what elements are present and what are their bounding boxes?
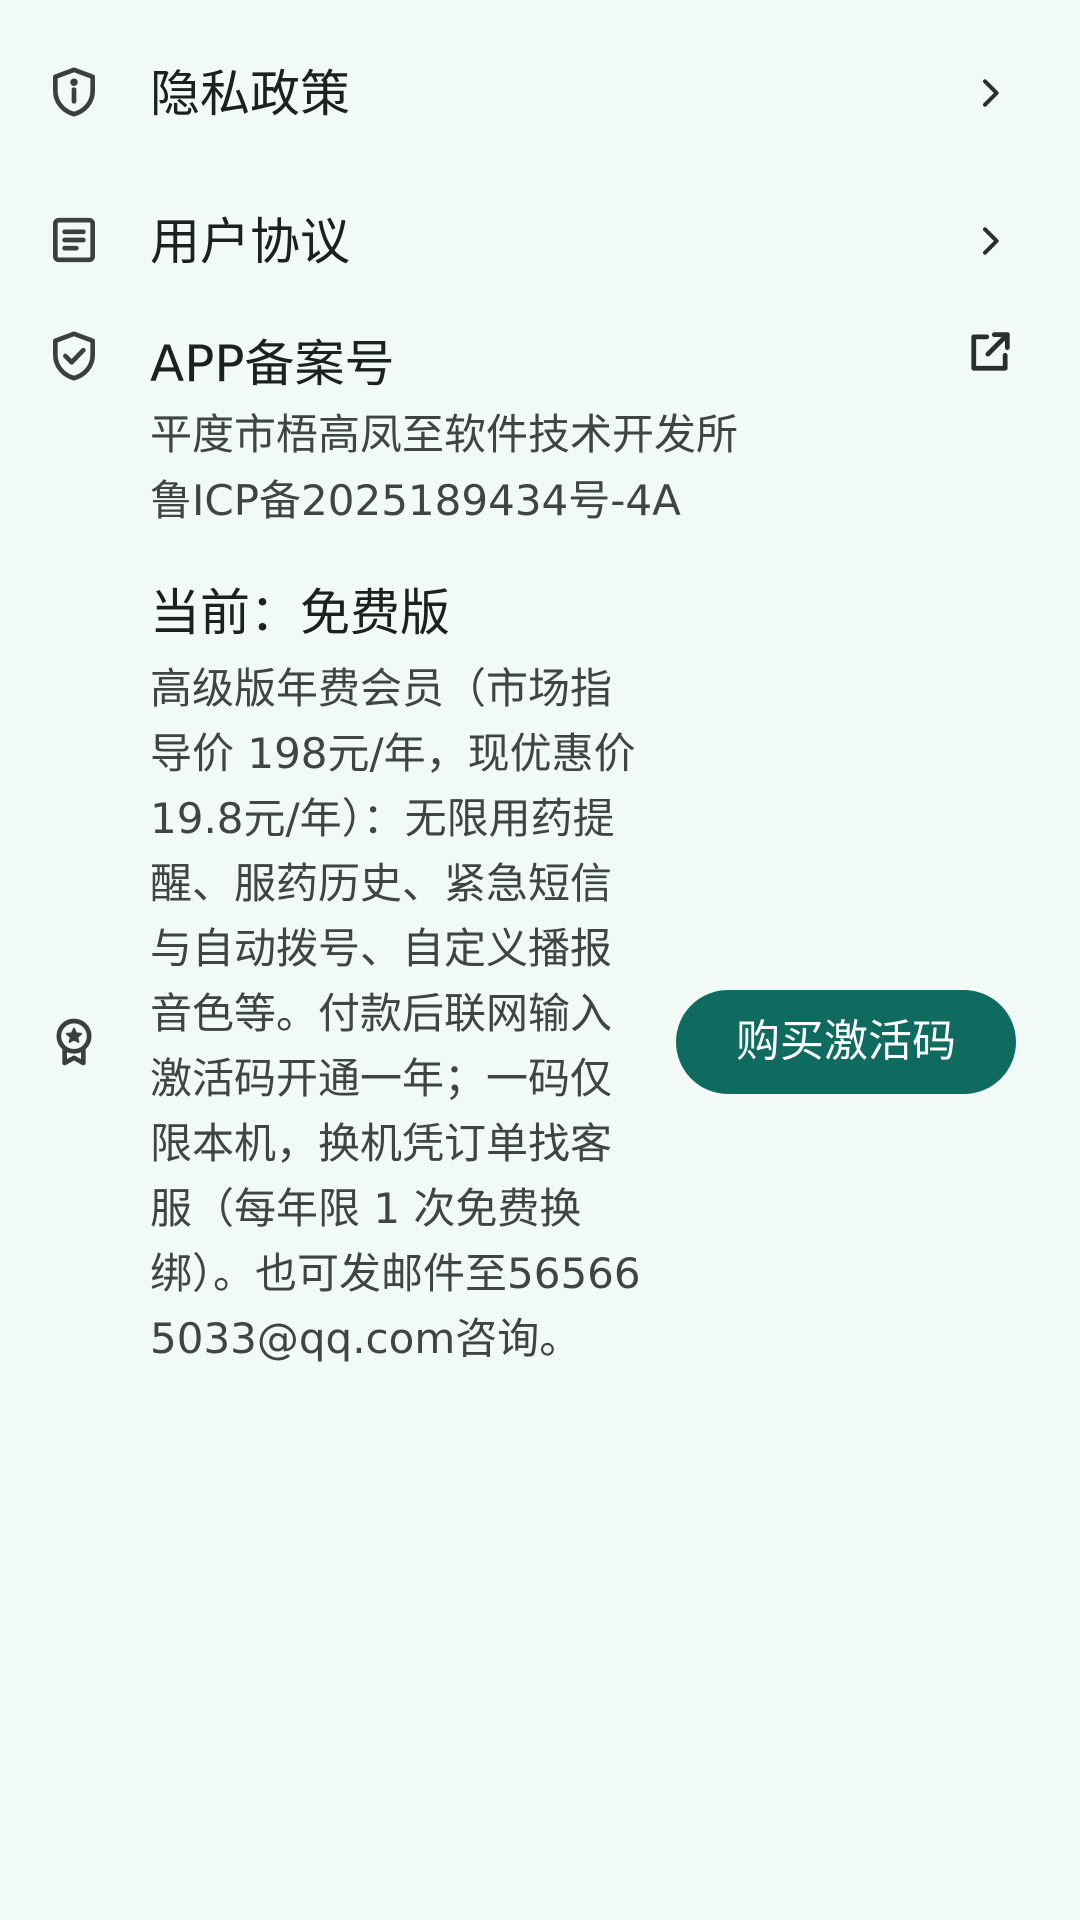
privacy-policy-row[interactable]: 隐私政策 [0,40,1080,150]
award-star-icon [44,1012,104,1072]
record-company: 平度市梧高凤至软件技术开发所 [150,410,739,459]
user-agreement-row[interactable]: 用户协议 [0,188,1080,298]
document-lines-icon [44,210,104,270]
membership-description: 高级版年费会员（市场指导价 198元/年，现优惠价 19.8元/年）：无限用药提… [150,664,641,1363]
open-external-icon[interactable] [964,326,1016,378]
privacy-policy-label: 隐私政策 [150,65,350,123]
user-agreement-label: 用户协议 [150,213,350,271]
record-icp-number: 鲁ICP备2025189434号-4A [150,476,681,525]
chevron-right-icon [983,227,999,255]
shield-info-icon [44,62,104,122]
buy-activation-code-button[interactable]: 购买激活码 [676,990,1016,1094]
shield-check-icon [44,326,104,386]
app-record-row[interactable]: APP备案号 平度市梧高凤至软件技术开发所 鲁ICP备2025189434号-4… [0,320,1080,540]
settings-screen: 隐私政策 用户协议 APP备案号 平度市梧高凤至软件技术开发所 鲁ICP备202… [0,0,1080,1920]
current-plan-label: 当前：免费版 [150,584,450,642]
app-record-label: APP备案号 [150,335,395,393]
chevron-right-icon [983,79,999,107]
